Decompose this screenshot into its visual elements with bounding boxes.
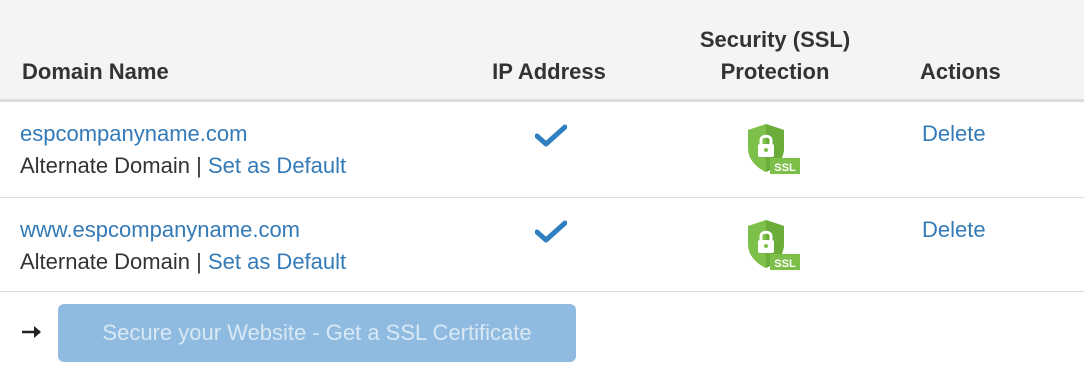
table-row: espcompanyname.com Alternate Domain | Se… bbox=[0, 102, 1084, 198]
column-header-ip-address: IP Address bbox=[492, 59, 606, 84]
alternate-domain-label: Alternate Domain bbox=[20, 249, 190, 274]
ssl-badge-text: SSL bbox=[774, 162, 796, 174]
set-as-default-link[interactable]: Set as Default bbox=[208, 249, 346, 274]
domain-link[interactable]: espcompanyname.com bbox=[20, 120, 247, 148]
domain-status: Alternate Domain | Set as Default bbox=[20, 152, 346, 180]
ssl-shield-icon: SSL bbox=[748, 124, 800, 174]
ssl-shield-icon: SSL bbox=[748, 220, 800, 270]
delete-link[interactable]: Delete bbox=[922, 216, 986, 244]
right-arrow-icon bbox=[22, 326, 41, 338]
domain-link[interactable]: www.espcompanyname.com bbox=[20, 216, 300, 244]
column-header-ssl-line2: Protection bbox=[720, 59, 830, 84]
separator: | bbox=[196, 153, 202, 178]
set-as-default-link[interactable]: Set as Default bbox=[208, 153, 346, 178]
delete-link[interactable]: Delete bbox=[922, 120, 986, 148]
alternate-domain-label: Alternate Domain bbox=[20, 153, 190, 178]
table-row: www.espcompanyname.com Alternate Domain … bbox=[0, 198, 1084, 292]
checkmark-icon bbox=[535, 220, 567, 243]
domain-status: Alternate Domain | Set as Default bbox=[20, 248, 346, 276]
ssl-badge-text: SSL bbox=[774, 258, 796, 270]
column-header-ssl: Security (SSL) Protection bbox=[690, 24, 860, 88]
get-ssl-certificate-button[interactable]: Secure your Website - Get a SSL Certific… bbox=[58, 304, 576, 362]
column-header-domain-name: Domain Name bbox=[22, 59, 169, 84]
table-footer: Secure your Website - Get a SSL Certific… bbox=[0, 292, 1084, 372]
separator: | bbox=[196, 249, 202, 274]
column-header-actions: Actions bbox=[920, 59, 1001, 84]
column-header-ssl-line1: Security (SSL) bbox=[699, 27, 851, 52]
checkmark-icon bbox=[535, 124, 567, 147]
domains-table: Domain Name IP Address Security (SSL) Pr… bbox=[0, 0, 1084, 372]
table-header: Domain Name IP Address Security (SSL) Pr… bbox=[0, 0, 1084, 102]
